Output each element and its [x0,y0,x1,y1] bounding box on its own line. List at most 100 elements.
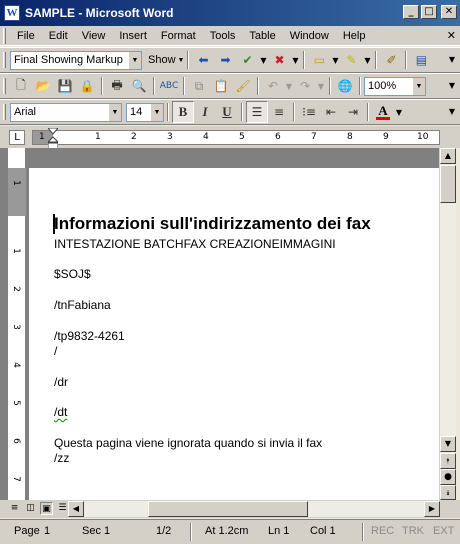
chevron-down-icon[interactable]: ▼ [362,56,372,65]
document-line[interactable]: $SOJ$ [54,267,91,281]
status-ext[interactable]: EXT [433,525,454,537]
normal-view-icon[interactable]: ≡ [8,502,21,515]
previous-change-icon[interactable]: ⬅ [192,49,214,71]
document-line[interactable]: / [54,344,57,358]
indent-marker-icon[interactable] [48,128,58,150]
format-painter-icon[interactable]: 🖌 [232,75,254,97]
italic-button[interactable]: I [194,101,216,123]
display-for-review-dropdown[interactable]: Final Showing Markup ▼ [10,50,142,70]
status-rec[interactable]: REC [371,525,394,537]
word-app-icon[interactable]: W [4,5,20,21]
close-button[interactable]: ✕ [441,5,457,19]
toolbar-options-icon[interactable]: ▼ [446,78,458,94]
bold-button[interactable]: B [172,101,194,123]
menu-table[interactable]: Table [242,27,282,45]
status-separator [362,523,364,541]
spelling-icon[interactable]: ABC [158,75,180,97]
menu-tools[interactable]: Tools [203,27,243,45]
horizontal-scroll-thumb[interactable] [148,501,308,517]
toolbar-grip[interactable] [3,104,6,120]
vertical-ruler[interactable]: 1 1 2 3 4 5 6 7 [8,148,26,500]
print-icon[interactable]: 🖶 [106,75,128,97]
chevron-down-icon[interactable]: ▼ [394,108,404,117]
zoom-dropdown[interactable]: 100% ▼ [364,76,426,96]
maximize-button[interactable]: □ [421,5,437,19]
increase-indent-icon[interactable]: ⇥ [342,101,364,123]
toolbar-options-icon[interactable]: ▼ [446,52,458,68]
print-preview-icon[interactable]: 🔍 [128,75,150,97]
chevron-down-icon[interactable]: ▼ [284,82,294,91]
permission-icon[interactable]: 🔒 [76,75,98,97]
underline-button[interactable]: U [216,101,238,123]
font-size-dropdown[interactable]: 14 ▼ [126,102,164,122]
chevron-down-icon[interactable]: ▼ [290,56,300,65]
horizontal-ruler[interactable]: 1 1 2 3 4 5 6 7 8 9 10 [32,130,440,145]
menu-help[interactable]: Help [336,27,373,45]
chevron-down-icon[interactable]: ▼ [330,56,340,65]
menu-insert[interactable]: Insert [112,27,154,45]
menu-window[interactable]: Window [283,27,336,45]
new-comment-icon[interactable]: ▭ [308,49,330,71]
chevron-down-icon[interactable]: ▼ [108,103,121,121]
font-name-dropdown[interactable]: Arial ▼ [10,102,122,122]
copy-icon[interactable]: ⧉ [188,75,210,97]
track-changes-icon[interactable]: ✐ [380,49,402,71]
menu-grip[interactable] [3,27,6,44]
redo-icon[interactable]: ↷ [294,75,316,97]
horizontal-scrollbar[interactable]: ◀ ▶ [68,501,440,517]
show-menu-button[interactable]: Show ▼ [148,54,184,66]
document-page[interactable]: Informazioni sull'indirizzamento dei fax… [29,148,440,500]
toolbar-grip[interactable] [3,52,6,68]
tab-selector-icon[interactable]: L [9,130,25,145]
open-folder-icon[interactable]: 📂 [32,75,54,97]
menu-view[interactable]: View [75,27,113,45]
scroll-right-icon[interactable]: ▶ [424,501,440,517]
paste-icon[interactable]: 📋 [210,75,232,97]
document-line[interactable]: /tnFabiana [54,298,111,312]
close-document-icon[interactable]: ✕ [447,29,456,42]
scroll-down-icon[interactable]: ▼ [440,436,456,452]
chevron-down-icon[interactable]: ▼ [128,51,141,69]
menu-file[interactable]: File [10,27,42,45]
document-line[interactable]: INTESTAZIONE BATCHFAX CREAZIONEIMMAGINI [54,237,336,251]
save-icon[interactable]: 💾 [54,75,76,97]
document-line[interactable]: /dt [54,405,67,419]
vertical-scrollbar[interactable]: ▲ ▼ ⯭ ● ⯯ [439,148,456,500]
document-line[interactable]: /zz [54,451,69,465]
next-page-icon[interactable]: ⯯ [440,485,456,500]
decrease-indent-icon[interactable]: ⇤ [320,101,342,123]
highlight-icon[interactable]: ✎ [340,49,362,71]
toolbar-options-icon[interactable]: ▼ [446,104,458,120]
chevron-down-icon[interactable]: ▼ [316,82,326,91]
document-line[interactable]: /tp9832-4261 [54,329,125,343]
status-trk[interactable]: TRK [402,525,424,537]
web-layout-view-icon[interactable]: ◫ [24,502,37,515]
reviewing-pane-icon[interactable]: ▤ [410,49,432,71]
align-left-icon[interactable]: ☰ [246,101,268,123]
document-line[interactable]: /dr [54,375,68,389]
chevron-down-icon[interactable]: ▼ [412,77,425,95]
document-heading[interactable]: Informazioni sull'indirizzamento dei fax [54,214,371,234]
document-line[interactable]: Questa pagina viene ignorata quando si i… [54,436,322,450]
toolbar-grip[interactable] [3,78,6,94]
print-layout-view-icon[interactable]: ▣ [40,502,53,515]
scroll-up-icon[interactable]: ▲ [440,148,456,164]
font-color-icon[interactable]: A [372,101,394,123]
menu-format[interactable]: Format [154,27,203,45]
reject-change-icon[interactable]: ✖ [268,49,290,71]
minimize-button[interactable]: _ [403,5,419,19]
next-change-icon[interactable]: ➡ [214,49,236,71]
accept-change-icon[interactable]: ✔ [236,49,258,71]
select-browse-object-icon[interactable]: ● [440,469,456,485]
new-document-icon[interactable]: 🗋 [10,75,32,97]
chevron-down-icon[interactable]: ▼ [258,56,268,65]
vertical-scroll-thumb[interactable] [440,165,456,203]
menu-edit[interactable]: Edit [42,27,75,45]
chevron-down-icon[interactable]: ▼ [150,103,163,121]
bullets-icon[interactable]: ⁝≡ [298,101,320,123]
scroll-left-icon[interactable]: ◀ [68,501,84,517]
justify-icon[interactable]: ≡ [268,101,290,123]
undo-icon[interactable]: ↶ [262,75,284,97]
previous-page-icon[interactable]: ⯭ [440,453,456,469]
insert-hyperlink-icon[interactable]: 🌐 [334,75,356,97]
